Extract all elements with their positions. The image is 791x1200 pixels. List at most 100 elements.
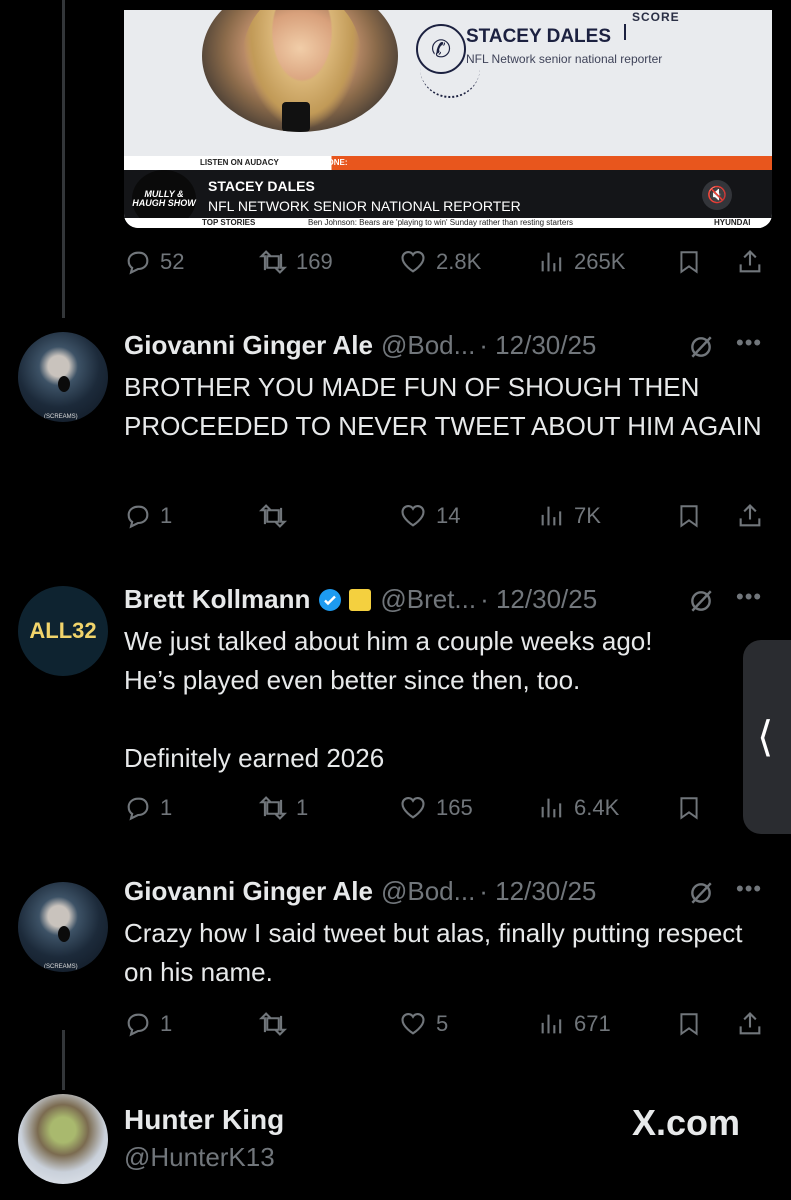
display-name[interactable]: Giovanni Ginger Ale — [124, 876, 373, 907]
repost-button[interactable]: 1 — [258, 794, 308, 822]
avatar-caption: (SCREAMS) — [44, 414, 78, 420]
avatar[interactable]: (SCREAMS) — [18, 882, 108, 972]
footer-name: Hunter King — [124, 1104, 285, 1135]
tweet-header: Brett Kollmann @Bret... · 12/30/25 — [124, 584, 597, 615]
tweet-date[interactable]: · 12/30/25 — [480, 584, 597, 615]
thread-line — [62, 1030, 65, 1090]
heart-icon — [401, 251, 425, 273]
views-button[interactable]: 265K — [538, 248, 625, 276]
reply-count: 1 — [160, 503, 173, 528]
user-handle[interactable]: @Bod... — [381, 876, 475, 907]
share-button[interactable] — [736, 502, 764, 530]
like-button[interactable]: 5 — [398, 1010, 448, 1038]
reply-button[interactable]: 1 — [124, 1010, 172, 1038]
avatar-logo-text: ALL32 — [29, 618, 97, 643]
views-icon — [541, 252, 562, 272]
repost-count: 169 — [296, 249, 333, 274]
more-icon[interactable]: ••• — [736, 876, 762, 902]
lower-role: NFL NETWORK SENIOR NATIONAL REPORTER — [208, 198, 521, 214]
like-button[interactable]: 2.8K — [398, 248, 481, 276]
avatar[interactable]: (SCREAMS) — [18, 332, 108, 422]
action-bar: 52 169 2.8K 265K — [124, 248, 791, 278]
reply-button[interactable]: 1 — [124, 794, 172, 822]
bookmark-icon — [680, 251, 698, 274]
name-bracket — [624, 24, 626, 40]
grok-icon[interactable] — [688, 880, 714, 906]
ticker-text: Ben Johnson: Bears are 'playing to win' … — [308, 218, 573, 227]
on-phone-label: ON THE PHONE: — [284, 158, 348, 167]
bookmark-button[interactable] — [676, 502, 702, 530]
repost-icon — [258, 504, 288, 528]
reply-icon — [127, 505, 149, 529]
thread-line — [62, 0, 65, 318]
side-panel-tab[interactable]: ⟨ — [743, 640, 791, 834]
user-handle[interactable]: @Bret... — [380, 584, 476, 615]
like-count: 2.8K — [436, 249, 482, 274]
views-button[interactable]: 7K — [538, 502, 601, 530]
listen-bar: LISTEN ON AUDACY ON THE PHONE: — [124, 156, 772, 170]
mute-icon[interactable]: 🔇 — [702, 180, 732, 210]
bookmark-icon — [680, 505, 698, 528]
listen-label: LISTEN ON AUDACY — [200, 158, 279, 167]
tweet-text: Crazy how I said tweet but alas, finally… — [124, 918, 743, 987]
bookmark-button[interactable] — [676, 794, 702, 822]
guest-portrait — [202, 10, 398, 132]
reply-button[interactable]: 52 — [124, 248, 184, 276]
display-name[interactable]: Brett Kollmann — [124, 584, 310, 615]
tweet-text: We just talked about him a couple weeks … — [124, 626, 653, 773]
repost-button[interactable] — [258, 502, 296, 530]
team-badge-icon — [348, 587, 373, 612]
repost-button[interactable] — [258, 1010, 296, 1038]
share-button[interactable] — [736, 1010, 764, 1038]
lower-third: MULLY & HAUGH SHOW STACEY DALES NFL NETW… — [124, 170, 772, 228]
heart-icon — [401, 1013, 425, 1035]
guest-role: NFL Network senior national reporter — [466, 52, 663, 66]
media-card[interactable]: SCORE ✆ STACEY DALES NFL Network senior … — [124, 10, 772, 228]
tweet-date[interactable]: · 12/30/25 — [479, 330, 596, 361]
views-button[interactable]: 671 — [538, 1010, 611, 1038]
user-handle[interactable]: @Bod... — [381, 330, 475, 361]
repost-button[interactable]: 169 — [258, 248, 333, 276]
repost-icon — [258, 1012, 288, 1036]
views-count: 265K — [574, 249, 626, 274]
tweet-date[interactable]: · 12/30/25 — [479, 876, 596, 907]
news-ticker: TOP STORIES Ben Johnson: Bears are 'play… — [124, 218, 772, 228]
avatar[interactable]: ALL32 — [18, 586, 108, 676]
heart-icon — [401, 797, 425, 819]
bookmark-button[interactable] — [676, 1010, 702, 1038]
lower-name: STACEY DALES — [208, 178, 315, 194]
like-button[interactable]: 165 — [398, 794, 473, 822]
share-icon — [739, 1012, 761, 1035]
reply-button[interactable]: 1 — [124, 502, 172, 530]
reply-icon — [127, 251, 149, 275]
dotted-arc — [420, 66, 480, 98]
bookmark-icon — [680, 797, 698, 820]
tweet-text: BROTHER YOU MADE FUN OF SHOUGH THEN PROC… — [124, 372, 762, 441]
views-icon — [541, 798, 562, 818]
reply-count: 52 — [160, 249, 185, 274]
views-button[interactable]: 6.4K — [538, 794, 619, 822]
more-icon[interactable]: ••• — [736, 330, 762, 356]
grok-icon[interactable] — [688, 588, 714, 614]
share-button[interactable] — [736, 248, 764, 276]
verified-badge-icon — [319, 588, 342, 611]
display-name[interactable]: Giovanni Ginger Ale — [124, 330, 373, 361]
tweet-header: Giovanni Ginger Ale @Bod... · 12/30/25 — [124, 330, 596, 361]
views-icon — [541, 1014, 562, 1034]
ticker-sponsor: HYUNDAI — [714, 218, 751, 227]
more-icon[interactable]: ••• — [736, 584, 762, 610]
like-count: 14 — [436, 503, 461, 528]
repost-count: 1 — [296, 795, 309, 820]
like-button[interactable]: 14 — [398, 502, 460, 530]
reply-count: 1 — [160, 795, 173, 820]
reply-icon — [127, 797, 149, 821]
grok-icon[interactable] — [688, 334, 714, 360]
action-bar: 1 5 671 — [124, 1010, 791, 1040]
avatar-caption: (SCREAMS) — [44, 964, 78, 970]
footer-avatar — [18, 1094, 108, 1184]
views-count: 7K — [574, 503, 601, 528]
bookmark-button[interactable] — [676, 248, 702, 276]
tweet-header: Giovanni Ginger Ale @Bod... · 12/30/25 — [124, 876, 596, 907]
like-count: 5 — [436, 1011, 449, 1036]
like-count: 165 — [436, 795, 473, 820]
